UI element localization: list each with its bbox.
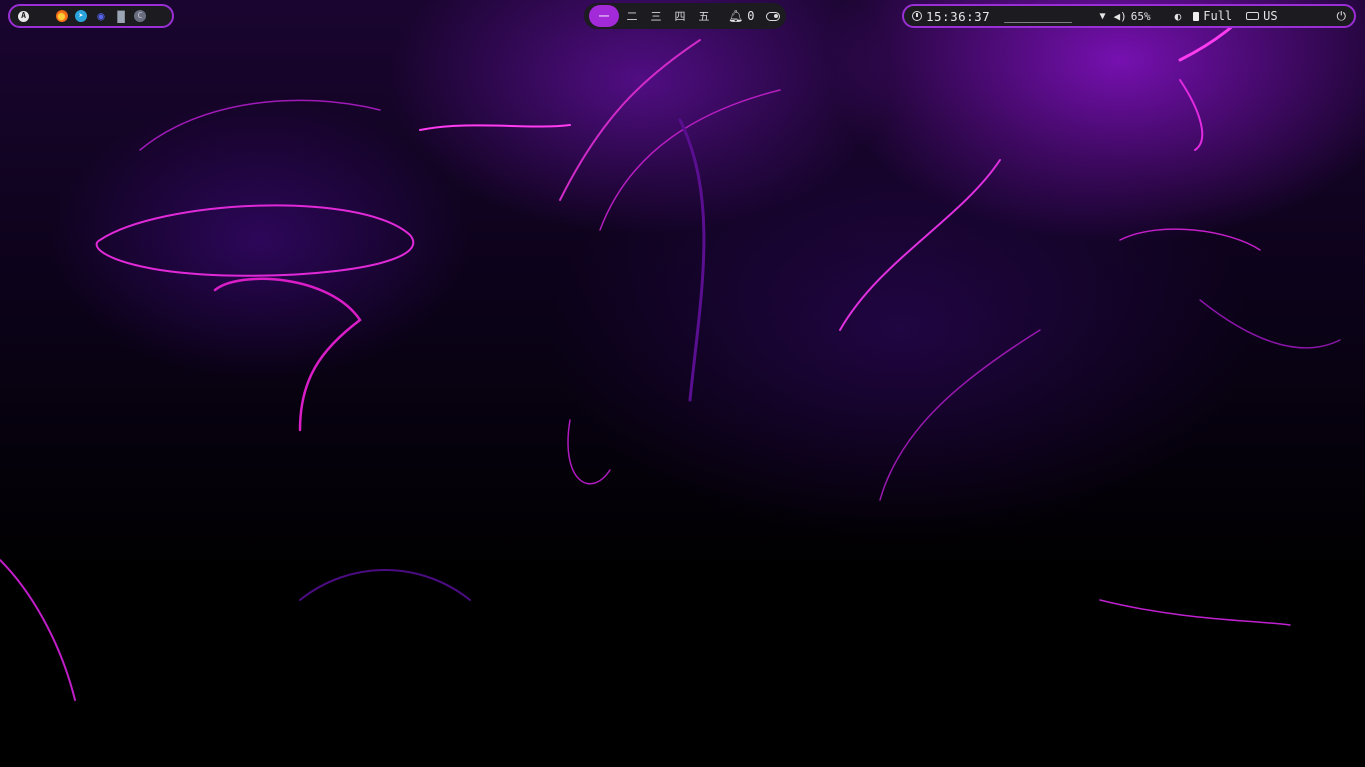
clock-icon — [912, 11, 922, 21]
brightness-icon[interactable]: ◐ — [1175, 10, 1182, 23]
clock[interactable]: 15:36:37 — [912, 9, 990, 24]
media-player[interactable]: __________ — [1004, 9, 1072, 23]
battery-icon — [1193, 11, 1200, 21]
arch-menu-icon[interactable]: A — [18, 10, 29, 22]
workspace-1[interactable]: 一 — [589, 5, 619, 27]
status-bar: 15:36:37 __________ ▼ ◀) 65% ◐ Full US ⏻ — [902, 4, 1356, 28]
firefox-icon[interactable] — [56, 10, 68, 22]
folder-icon[interactable]: ▇ — [115, 10, 127, 22]
clock-time: 15:36:37 — [926, 8, 991, 24]
wifi-icon[interactable]: ▼ — [1099, 11, 1105, 22]
battery-status[interactable]: Full — [1193, 9, 1232, 23]
notifications-button[interactable]: 🔔︎ 0 — [728, 9, 754, 23]
desktop-wallpaper — [0, 0, 1365, 767]
battery-label: Full — [1203, 9, 1233, 23]
workspace-5[interactable]: 五 — [693, 5, 715, 27]
toggle-icon[interactable] — [766, 11, 781, 21]
telegram-icon[interactable]: ➤ — [75, 10, 87, 22]
app-launcher-bar: A ➤ ◉ ▇ C — [8, 4, 174, 28]
volume-level: 65% — [1130, 9, 1151, 23]
code-editor-icon[interactable]: C — [134, 10, 146, 22]
keyboard-layout[interactable]: US — [1246, 9, 1278, 23]
notification-count: 0 — [747, 9, 755, 23]
keyboard-icon — [1246, 12, 1260, 20]
discord-icon[interactable]: ◉ — [94, 10, 108, 22]
workspace-2[interactable]: 二 — [621, 5, 643, 27]
keyboard-layout-label: US — [1263, 9, 1278, 23]
volume-control[interactable]: ◀) 65% — [1114, 10, 1151, 23]
power-icon[interactable]: ⏻ — [1337, 9, 1347, 24]
speaker-icon: ◀) — [1113, 9, 1127, 23]
workspace-bar: 一 二 三 四 五 🔔︎ 0 — [584, 3, 786, 29]
workspace-3[interactable]: 三 — [645, 5, 667, 27]
bell-icon: 🔔︎ — [728, 9, 744, 23]
workspace-4[interactable]: 四 — [669, 5, 691, 27]
